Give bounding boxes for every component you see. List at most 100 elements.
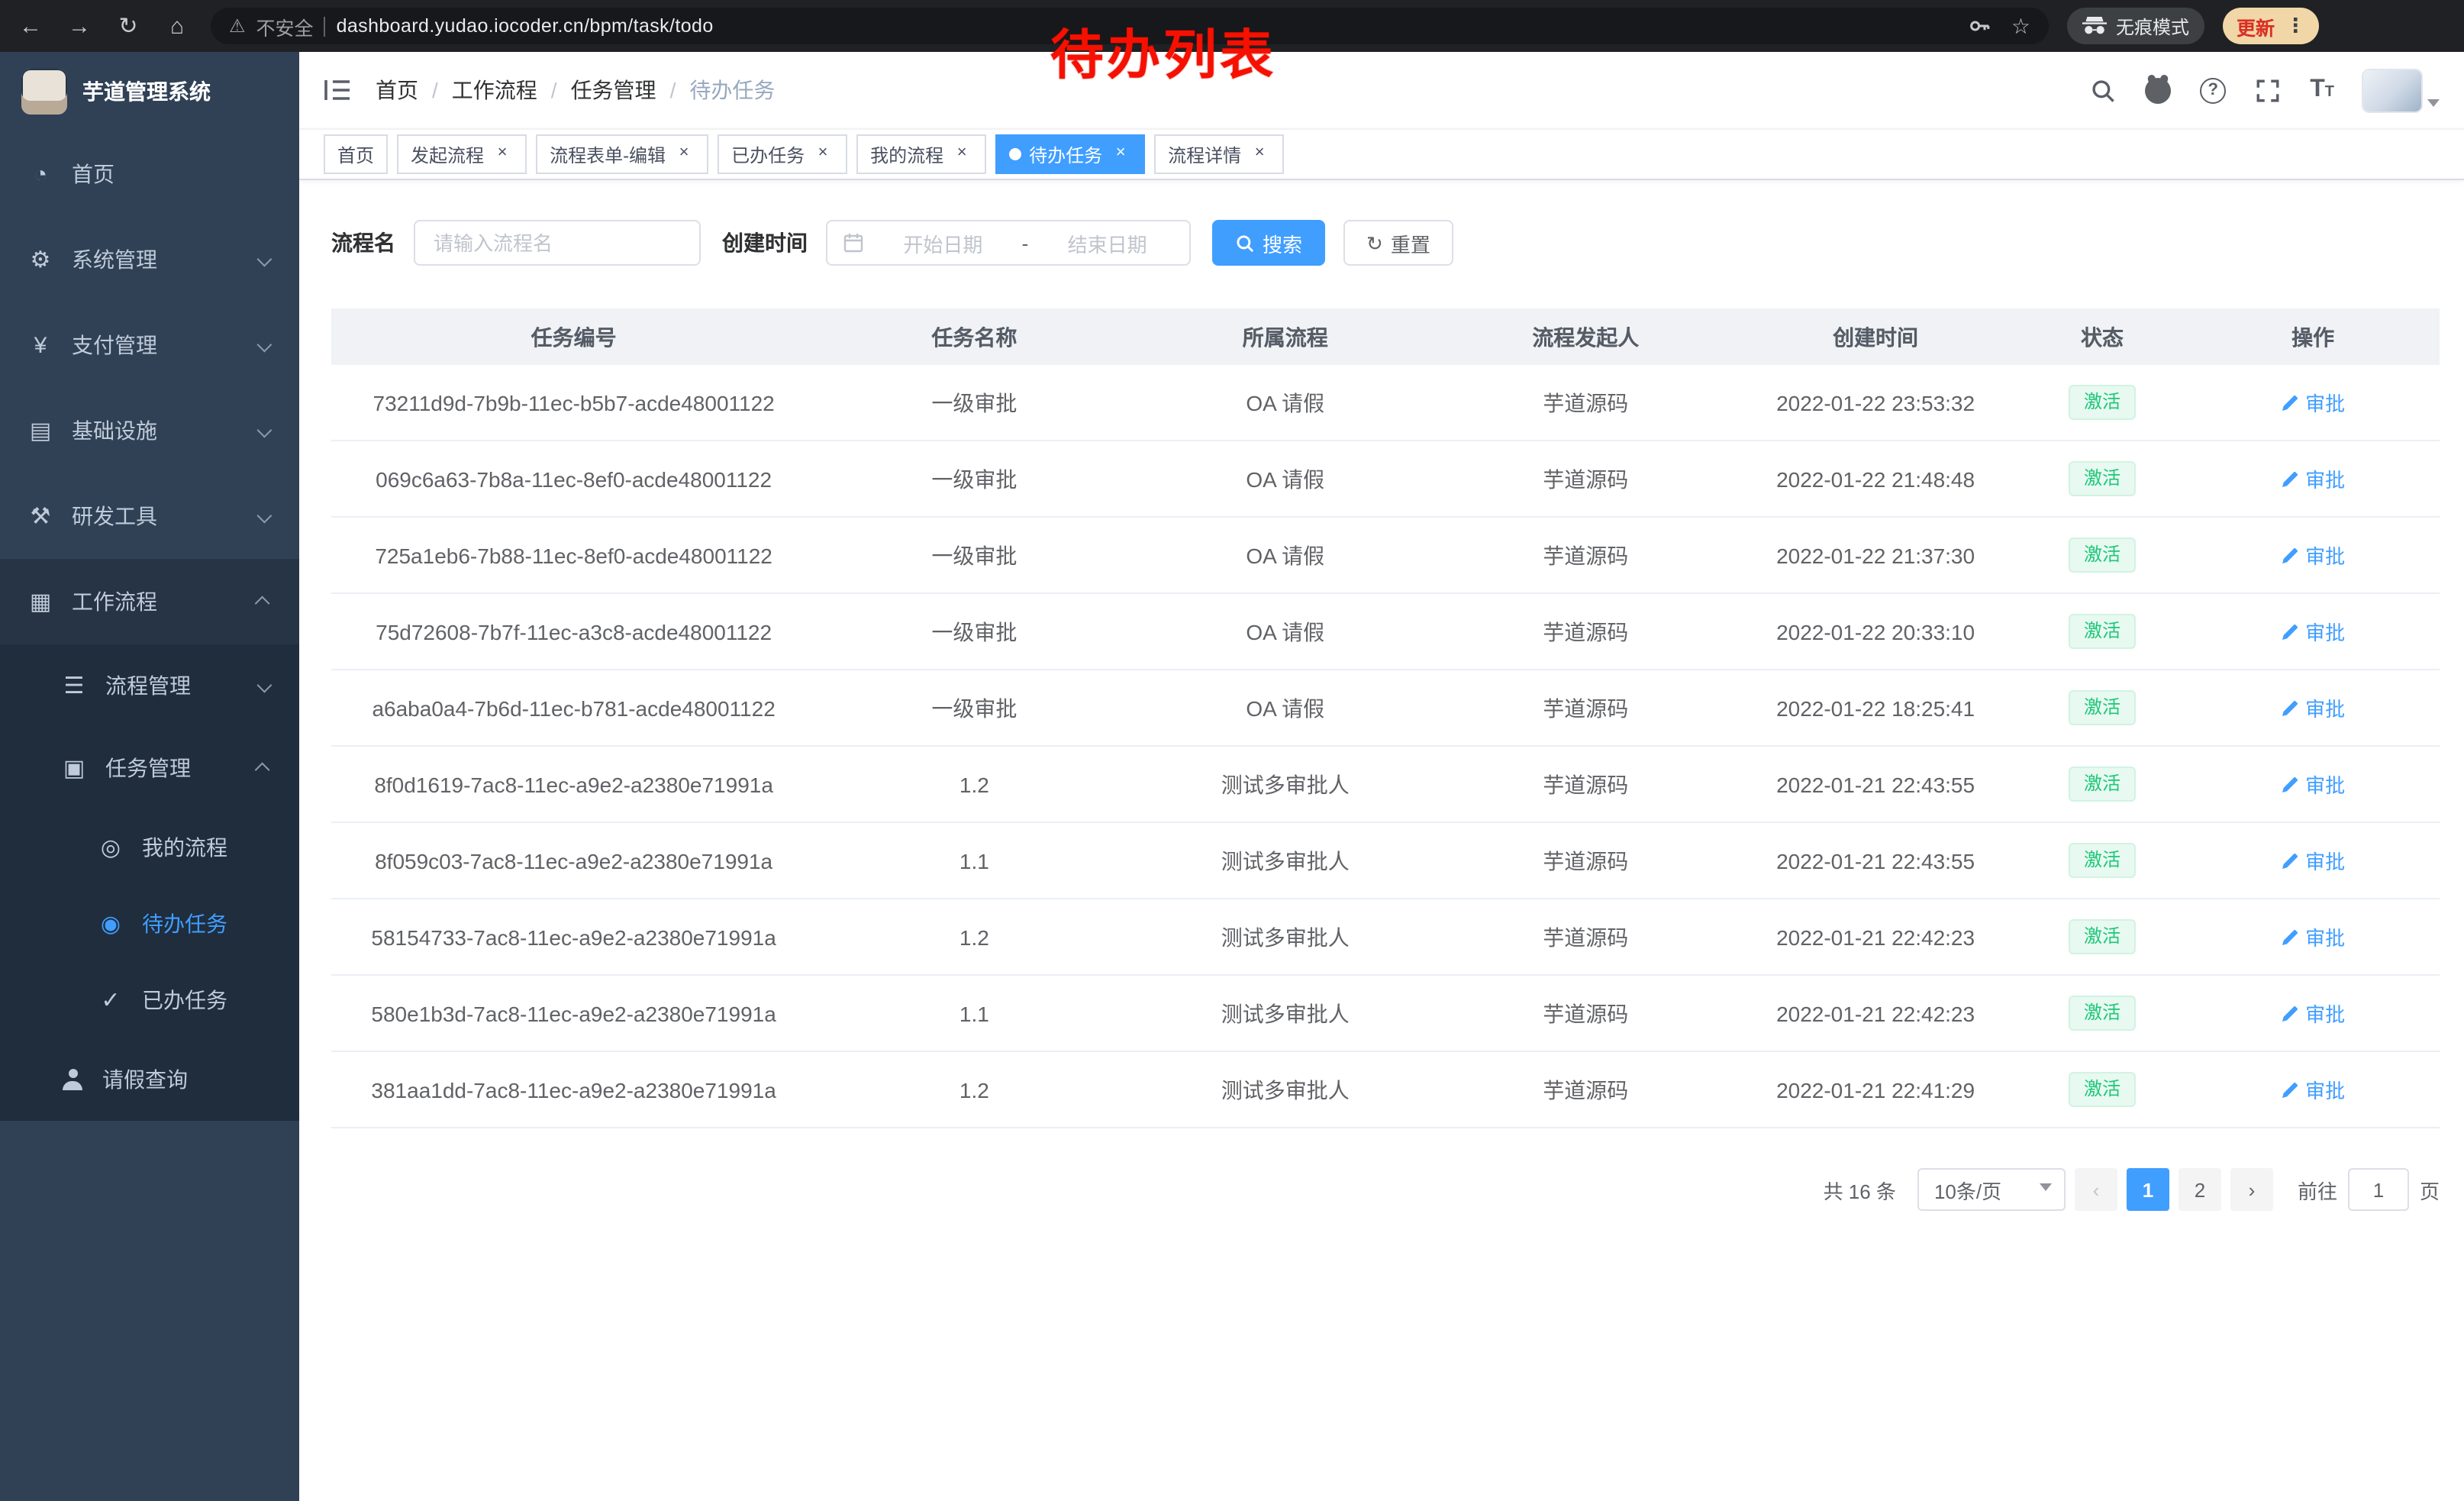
table-row: a6aba0a4-7b6d-11ec-b781-acde48001122 一级审… — [331, 670, 2440, 747]
prev-page-button[interactable]: ‹ — [2075, 1168, 2117, 1211]
cell-created: 2022-01-22 18:25:41 — [1734, 696, 2018, 720]
breadcrumb-task-mgmt[interactable]: 任务管理 — [571, 75, 656, 105]
tab-form-edit[interactable]: 流程表单-编辑 × — [536, 134, 708, 174]
cell-task-id: 069c6a63-7b8a-11ec-8ef0-acde48001122 — [331, 466, 816, 491]
cell-created: 2022-01-22 20:33:10 — [1734, 619, 2018, 644]
approve-link-label: 审批 — [2305, 388, 2345, 417]
tab-todo-tasks[interactable]: 待办任务 × — [995, 134, 1145, 174]
process-name-input[interactable] — [414, 220, 701, 266]
avatar[interactable] — [2363, 69, 2421, 111]
next-page-button[interactable]: › — [2230, 1168, 2273, 1211]
forward-button[interactable]: → — [64, 15, 95, 37]
page-button-2[interactable]: 2 — [2179, 1168, 2221, 1211]
workflow-icon: ▦ — [27, 588, 53, 615]
search-icon[interactable] — [2090, 77, 2116, 103]
github-icon[interactable] — [2145, 77, 2171, 103]
approve-link[interactable]: 审批 — [2281, 770, 2345, 799]
approve-link[interactable]: 审批 — [2281, 693, 2345, 722]
tab-start-process[interactable]: 发起流程 × — [397, 134, 527, 174]
calendar-icon — [843, 232, 864, 253]
cell-task-name: 1.1 — [816, 848, 1132, 873]
close-icon[interactable]: × — [812, 144, 834, 165]
back-button[interactable]: ← — [15, 15, 46, 37]
close-icon[interactable]: × — [1249, 144, 1270, 165]
sidebar-item-payment[interactable]: ¥ 支付管理 — [0, 302, 299, 388]
sidebar-item-infrastructure[interactable]: ▤ 基础设施 — [0, 388, 299, 473]
sidebar-item-system[interactable]: ⚙ 系统管理 — [0, 217, 299, 302]
breadcrumb-workflow[interactable]: 工作流程 — [452, 75, 537, 105]
close-icon[interactable]: × — [951, 144, 972, 165]
range-separator: - — [1022, 231, 1029, 254]
breadcrumb-separator: / — [670, 78, 676, 102]
bookmark-star-icon[interactable]: ☆ — [2011, 13, 2030, 39]
sidebar-item-workflow[interactable]: ▦ 工作流程 — [0, 559, 299, 644]
page-content: 流程名 创建时间 开始日期 - 结束日期 — [299, 180, 2464, 1257]
approve-link[interactable]: 审批 — [2281, 388, 2345, 417]
table-header-row: 任务编号 任务名称 所属流程 流程发起人 创建时间 状态 操作 — [331, 308, 2440, 365]
sidebar-item-todo-tasks[interactable]: ◉ 待办任务 — [0, 886, 299, 962]
approve-link[interactable]: 审批 — [2281, 464, 2345, 493]
not-secure-warning-icon: ⚠ — [229, 15, 246, 37]
sidebar-item-my-process[interactable]: ◎ 我的流程 — [0, 809, 299, 886]
approve-link[interactable]: 审批 — [2281, 922, 2345, 951]
approve-link[interactable]: 审批 — [2281, 541, 2345, 570]
topbar-actions: ? TT — [2090, 69, 2440, 111]
close-icon[interactable]: × — [673, 144, 695, 165]
approve-link[interactable]: 审批 — [2281, 617, 2345, 646]
sidebar-item-task-mgmt[interactable]: ▣ 任务管理 — [0, 727, 299, 809]
user-menu[interactable] — [2363, 69, 2440, 111]
cell-process: OA 请假 — [1133, 616, 1438, 647]
chevron-down-icon — [257, 677, 273, 692]
password-key-icon[interactable] — [1969, 14, 1993, 38]
breadcrumb-home[interactable]: 首页 — [376, 75, 418, 105]
approve-link[interactable]: 审批 — [2281, 846, 2345, 875]
approve-link-label: 审批 — [2305, 693, 2345, 722]
table-row: 8f0d1619-7ac8-11ec-a9e2-a2380e71991a 1.2… — [331, 747, 2440, 823]
cell-initiator: 芋道源码 — [1438, 387, 1734, 418]
tab-done-tasks[interactable]: 已办任务 × — [718, 134, 847, 174]
close-icon[interactable]: × — [492, 144, 513, 165]
fullscreen-icon[interactable] — [2255, 77, 2281, 103]
search-button[interactable]: 搜索 — [1212, 220, 1325, 266]
sidebar-item-leave-query[interactable]: 请假查询 — [0, 1038, 299, 1121]
tab-home[interactable]: 首页 — [324, 134, 388, 174]
url-text: dashboard.yudao.iocoder.cn/bpm/task/todo — [337, 15, 714, 37]
sidebar-item-process-mgmt[interactable]: ☰ 流程管理 — [0, 644, 299, 727]
logo[interactable]: 芋道管理系统 — [0, 52, 299, 131]
sidebar-collapse-icon[interactable] — [324, 78, 351, 102]
active-dot — [1009, 148, 1021, 160]
tab-my-process[interactable]: 我的流程 × — [856, 134, 986, 174]
tab-process-detail[interactable]: 流程详情 × — [1154, 134, 1284, 174]
tools-icon: ⚒ — [27, 502, 53, 530]
my-process-icon: ◎ — [98, 834, 124, 861]
table-row: 069c6a63-7b8a-11ec-8ef0-acde48001122 一级审… — [331, 441, 2440, 518]
reset-button[interactable]: ↻ 重置 — [1343, 220, 1453, 266]
cell-created: 2022-01-21 22:41:29 — [1734, 1077, 2018, 1102]
close-icon[interactable]: × — [1110, 144, 1131, 165]
sidebar-item-home[interactable]: ◔ 首页 — [0, 131, 299, 217]
update-button[interactable]: 更新 ⋮ — [2223, 8, 2319, 44]
cell-process: OA 请假 — [1133, 463, 1438, 494]
edit-pencil-icon — [2281, 546, 2299, 564]
sidebar-item-done-tasks[interactable]: ✓ 已办任务 — [0, 962, 299, 1038]
page-button-1[interactable]: 1 — [2127, 1168, 2169, 1211]
help-icon[interactable]: ? — [2200, 77, 2226, 103]
approve-link[interactable]: 审批 — [2281, 999, 2345, 1028]
date-range-picker[interactable]: 开始日期 - 结束日期 — [826, 220, 1191, 266]
sidebar-item-dev-tools[interactable]: ⚒ 研发工具 — [0, 473, 299, 559]
sidebar-item-label: 工作流程 — [72, 586, 240, 617]
font-size-icon[interactable]: TT — [2310, 76, 2334, 104]
approve-link-label: 审批 — [2305, 999, 2345, 1028]
reload-button[interactable]: ↻ — [113, 15, 144, 37]
approve-link-label: 审批 — [2305, 770, 2345, 799]
page-size-select[interactable]: 10条/页 — [1917, 1168, 2066, 1211]
edit-pencil-icon — [2281, 1080, 2299, 1099]
workflow-submenu: ☰ 流程管理 ▣ 任务管理 ◎ 我的流程 ◉ 待办任务 ✓ 已办任务 — [0, 644, 299, 1121]
edit-pencil-icon — [2281, 699, 2299, 717]
chevron-down-icon — [257, 508, 273, 523]
cell-initiator: 芋道源码 — [1438, 540, 1734, 570]
browser-menu-icon[interactable]: ⋮ — [2285, 14, 2305, 38]
home-button[interactable]: ⌂ — [162, 15, 192, 37]
approve-link[interactable]: 审批 — [2281, 1075, 2345, 1104]
goto-page-input[interactable] — [2348, 1168, 2409, 1211]
